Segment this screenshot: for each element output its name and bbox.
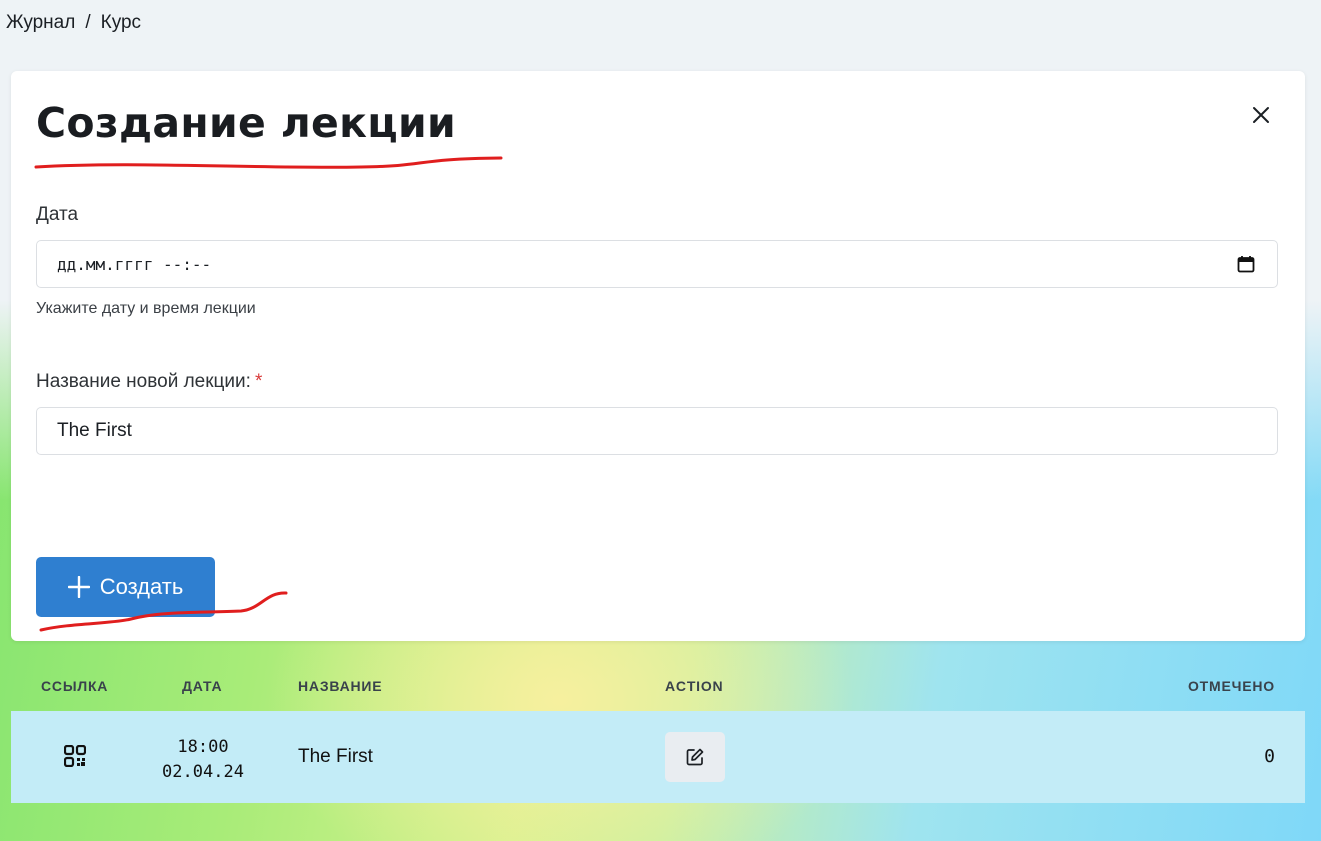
- date-time-input[interactable]: дд.мм.гггг --:--: [36, 240, 1278, 288]
- breadcrumb-separator: /: [85, 12, 91, 33]
- row-date: 18:00 02.04.24: [161, 735, 245, 785]
- lecture-name-value: The First: [57, 420, 132, 441]
- header-link: ССЫЛКА: [41, 678, 109, 694]
- table-header: ССЫЛКА ДАТА НАЗВАНИЕ ACTION ОТМЕЧЕНО: [11, 675, 1305, 699]
- qr-code-icon[interactable]: [64, 745, 86, 767]
- header-marked: ОТМЕЧЕНО: [1187, 678, 1275, 694]
- edit-icon: [686, 748, 704, 766]
- date-field-label: Дата: [36, 204, 79, 225]
- create-button[interactable]: Создать: [36, 557, 215, 617]
- breadcrumb-item-course[interactable]: Курс: [101, 12, 141, 34]
- table-row: 18:00 02.04.24 The First 0: [11, 711, 1305, 803]
- lecture-name-input[interactable]: The First: [36, 407, 1278, 455]
- row-marked-count: 0: [1264, 746, 1275, 767]
- row-name: The First: [298, 746, 373, 767]
- row-time-value: 18:00: [177, 737, 229, 757]
- header-date: ДАТА: [182, 678, 223, 694]
- header-action: ACTION: [665, 678, 724, 694]
- create-lecture-modal: Создание лекции Дата дд.мм.гггг --:-- Ук…: [11, 71, 1305, 641]
- breadcrumb-item-journal[interactable]: Журнал: [6, 12, 75, 34]
- header-name: НАЗВАНИЕ: [298, 678, 383, 694]
- breadcrumb: Журнал / Курс: [6, 12, 141, 34]
- lecture-name-label-text: Название новой лекции:: [36, 371, 251, 392]
- row-date-value: 02.04.24: [162, 762, 244, 782]
- date-time-placeholder: дд.мм.гггг --:--: [57, 254, 212, 274]
- edit-button[interactable]: [665, 732, 725, 782]
- create-button-label: Создать: [99, 574, 184, 599]
- calendar-icon[interactable]: [1237, 255, 1255, 273]
- required-mark: *: [254, 371, 263, 392]
- plus-icon: [67, 576, 90, 598]
- lecture-name-label: Название новой лекции: *: [36, 371, 262, 393]
- modal-title: Создание лекции: [36, 99, 457, 147]
- date-hint: Укажите дату и время лекции: [36, 300, 256, 317]
- annotation-underline-button: [39, 591, 288, 632]
- close-icon[interactable]: [1249, 103, 1273, 127]
